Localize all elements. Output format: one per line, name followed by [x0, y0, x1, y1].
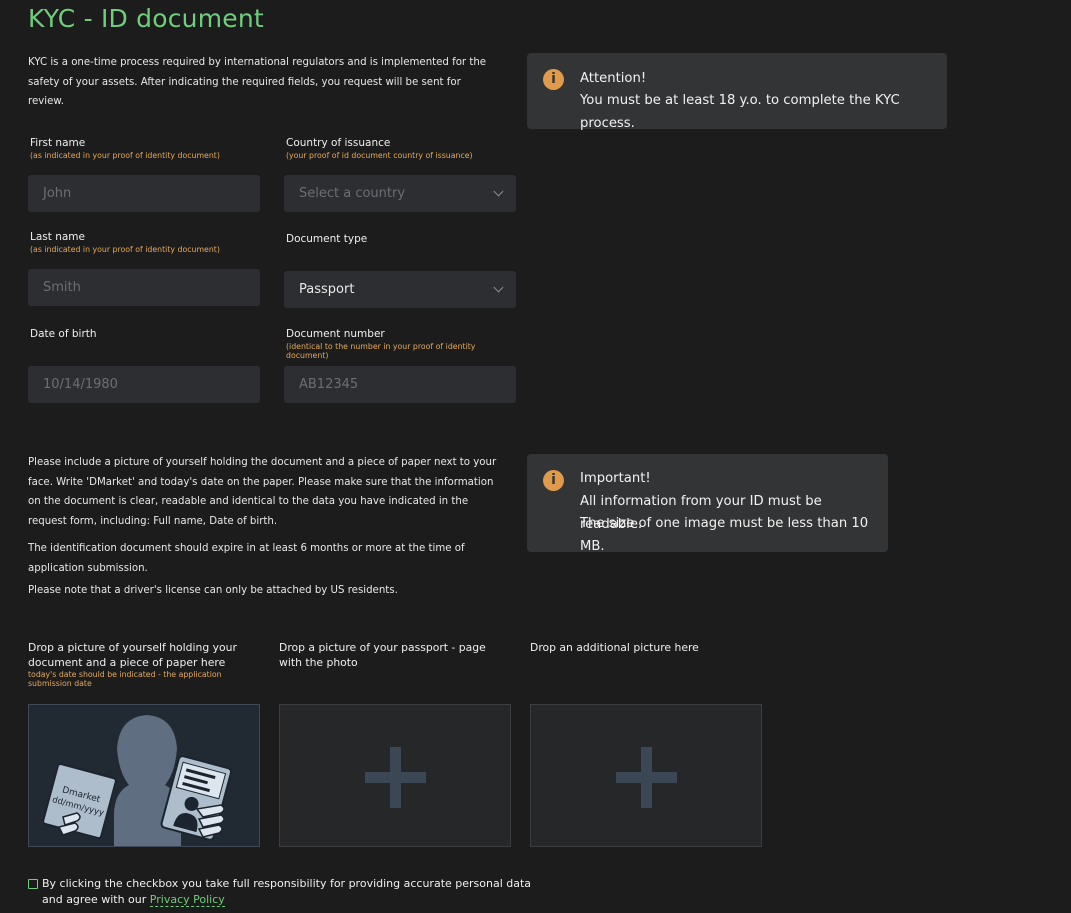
page-title: KYC - ID document — [28, 4, 264, 33]
country-select-value: Select a country — [299, 186, 406, 201]
upload-selfie-hint: today's date should be indicated - the a… — [28, 670, 222, 688]
document-type-label: Document type — [286, 233, 368, 245]
upload-selfie-dropzone[interactable]: Dmarket dd/mm/yyyy — [28, 704, 260, 847]
document-type-select[interactable]: Passport — [284, 271, 516, 308]
agreement-checkbox[interactable] — [28, 879, 38, 889]
info-icon: i — [543, 69, 564, 90]
attention-text: You must be at least 18 y.o. to complete… — [580, 93, 900, 131]
country-hint: (your proof of id document country of is… — [286, 151, 473, 160]
document-number-hint: (identical to the number in your proof o… — [286, 342, 476, 360]
upload-selfie-label: Drop a picture of yourself holding your … — [28, 641, 237, 669]
attention-title: Attention! — [580, 71, 647, 86]
selfie-example-illustration: Dmarket dd/mm/yyyy — [42, 715, 233, 846]
document-number-input[interactable]: AB12345 — [284, 366, 516, 403]
agreement-text: By clicking the checkbox you take full r… — [42, 876, 542, 908]
first-name-hint: (as indicated in your proof of identity … — [30, 151, 220, 160]
instructions-paragraph-3: Please note that a driver's license can … — [28, 585, 398, 596]
chevron-down-icon — [493, 282, 504, 293]
dob-input[interactable]: 10/14/1980 — [28, 366, 260, 403]
attention-notice: i Attention! You must be at least 18 y.o… — [527, 53, 947, 131]
last-name-hint: (as indicated in your proof of identity … — [30, 245, 220, 254]
country-label: Country of issuance — [286, 137, 391, 149]
plus-icon-stem — [390, 747, 401, 808]
first-name-input[interactable]: John — [28, 175, 260, 212]
important-notice: i Important! All information from your I… — [527, 454, 888, 554]
upload-passport-dropzone[interactable] — [279, 704, 511, 847]
plus-icon-stem — [641, 747, 652, 808]
last-name-label: Last name — [30, 231, 85, 243]
important-line-2: The size of one image must be less than … — [580, 516, 869, 554]
upload-passport-label: Drop a picture of your passport - page w… — [279, 641, 486, 669]
chevron-down-icon — [493, 186, 504, 197]
privacy-policy-link[interactable]: Privacy Policy — [149, 893, 225, 907]
important-title: Important! — [580, 471, 651, 486]
country-select[interactable]: Select a country — [284, 175, 516, 212]
upload-additional-label: Drop an additional picture here — [530, 641, 699, 654]
intro-text: KYC is a one-time process required by in… — [28, 57, 487, 107]
instructions-paragraph-2: The identification document should expir… — [28, 543, 465, 574]
upload-additional-dropzone[interactable] — [530, 704, 762, 847]
dob-label: Date of birth — [30, 328, 97, 340]
first-name-label: First name — [30, 137, 86, 149]
info-icon: i — [543, 470, 564, 491]
last-name-input[interactable]: Smith — [28, 269, 260, 306]
instructions-paragraph-1: Please include a picture of yourself hol… — [28, 457, 497, 527]
document-type-value: Passport — [299, 282, 355, 297]
agreement-statement: By clicking the checkbox you take full r… — [42, 877, 532, 906]
document-number-label: Document number — [286, 328, 385, 340]
